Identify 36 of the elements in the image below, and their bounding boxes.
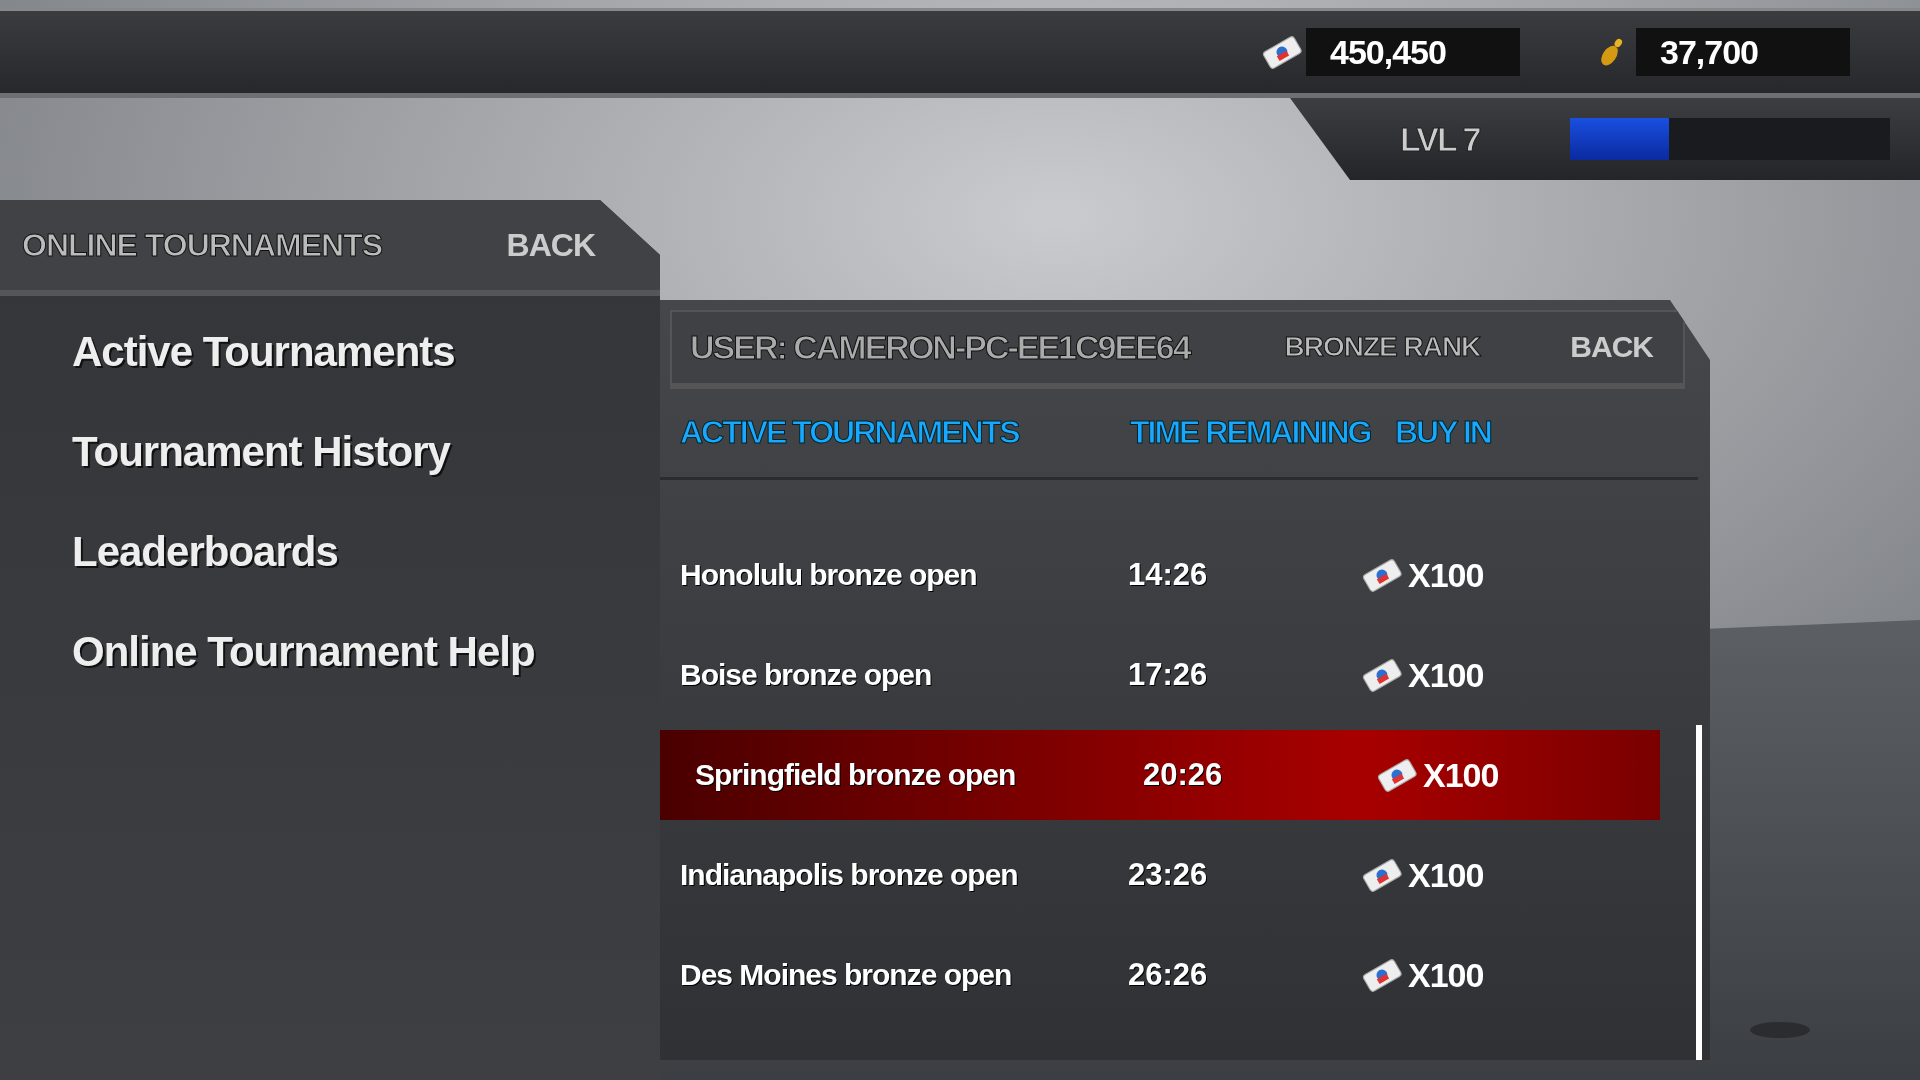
selected-row[interactable]: Springfield bronze open 20:26 X100 — [660, 730, 1660, 820]
time-remaining: 26:26 — [1128, 957, 1209, 993]
user-name: USER: CAMERON-PC-EE1C9EE64 — [690, 327, 1192, 367]
time-remaining: 23:26 — [1128, 857, 1209, 893]
time-remaining: 14:26 — [1128, 557, 1209, 593]
tournament-name: Indianapolis bronze open — [680, 858, 1019, 892]
menu-item[interactable]: Leaderboards — [72, 528, 338, 576]
menu-item[interactable]: Tournament History — [72, 428, 450, 476]
tournament-name: Des Moines bronze open — [680, 958, 1013, 992]
currency-amount: 450,450 — [1306, 28, 1520, 76]
tournament-row[interactable]: Honolulu bronze open 14:26 X100 — [660, 530, 1688, 620]
buy-in-amount: X100 — [1408, 655, 1484, 695]
rank-label: BRONZE RANK — [1284, 331, 1481, 364]
tournament-row[interactable]: Boise bronze open 17:26 X100 — [660, 630, 1688, 720]
tournament-name: Honolulu bronze open — [680, 558, 978, 592]
menu-title: ONLINE TOURNAMENTS — [22, 226, 383, 264]
buy-in-amount: X100 — [1408, 955, 1484, 995]
time-remaining: 20:26 — [1143, 757, 1224, 793]
column-header: ACTIVE TOURNAMENTS — [680, 414, 1021, 452]
back-button[interactable]: BACK — [506, 226, 595, 264]
tournament-name: Boise bronze open — [680, 658, 933, 692]
buy-in-amount: X100 — [1408, 855, 1484, 895]
back-button[interactable]: BACK — [1570, 330, 1653, 365]
level-label: LVL 7 — [1400, 119, 1481, 159]
menu-item[interactable]: Online Tournament Help — [72, 628, 535, 676]
buy-in-amount: X100 — [1423, 755, 1499, 795]
column-header: BUY IN — [1395, 414, 1491, 452]
tournament-row[interactable]: Indianapolis bronze open 23:26 X100 — [660, 830, 1688, 920]
tournament-row[interactable]: Des Moines bronze open 26:26 X100 — [660, 930, 1688, 1020]
time-remaining: 17:26 — [1128, 657, 1209, 693]
column-header: TIME REMAINING — [1130, 414, 1372, 452]
tournament-name: Springfield bronze open — [695, 758, 1017, 792]
scrollbar[interactable] — [1696, 725, 1702, 1060]
buy-in-amount: X100 — [1408, 555, 1484, 595]
currency-amount: 37,700 — [1636, 28, 1850, 76]
menu-item[interactable]: Active Tournaments — [72, 328, 455, 376]
